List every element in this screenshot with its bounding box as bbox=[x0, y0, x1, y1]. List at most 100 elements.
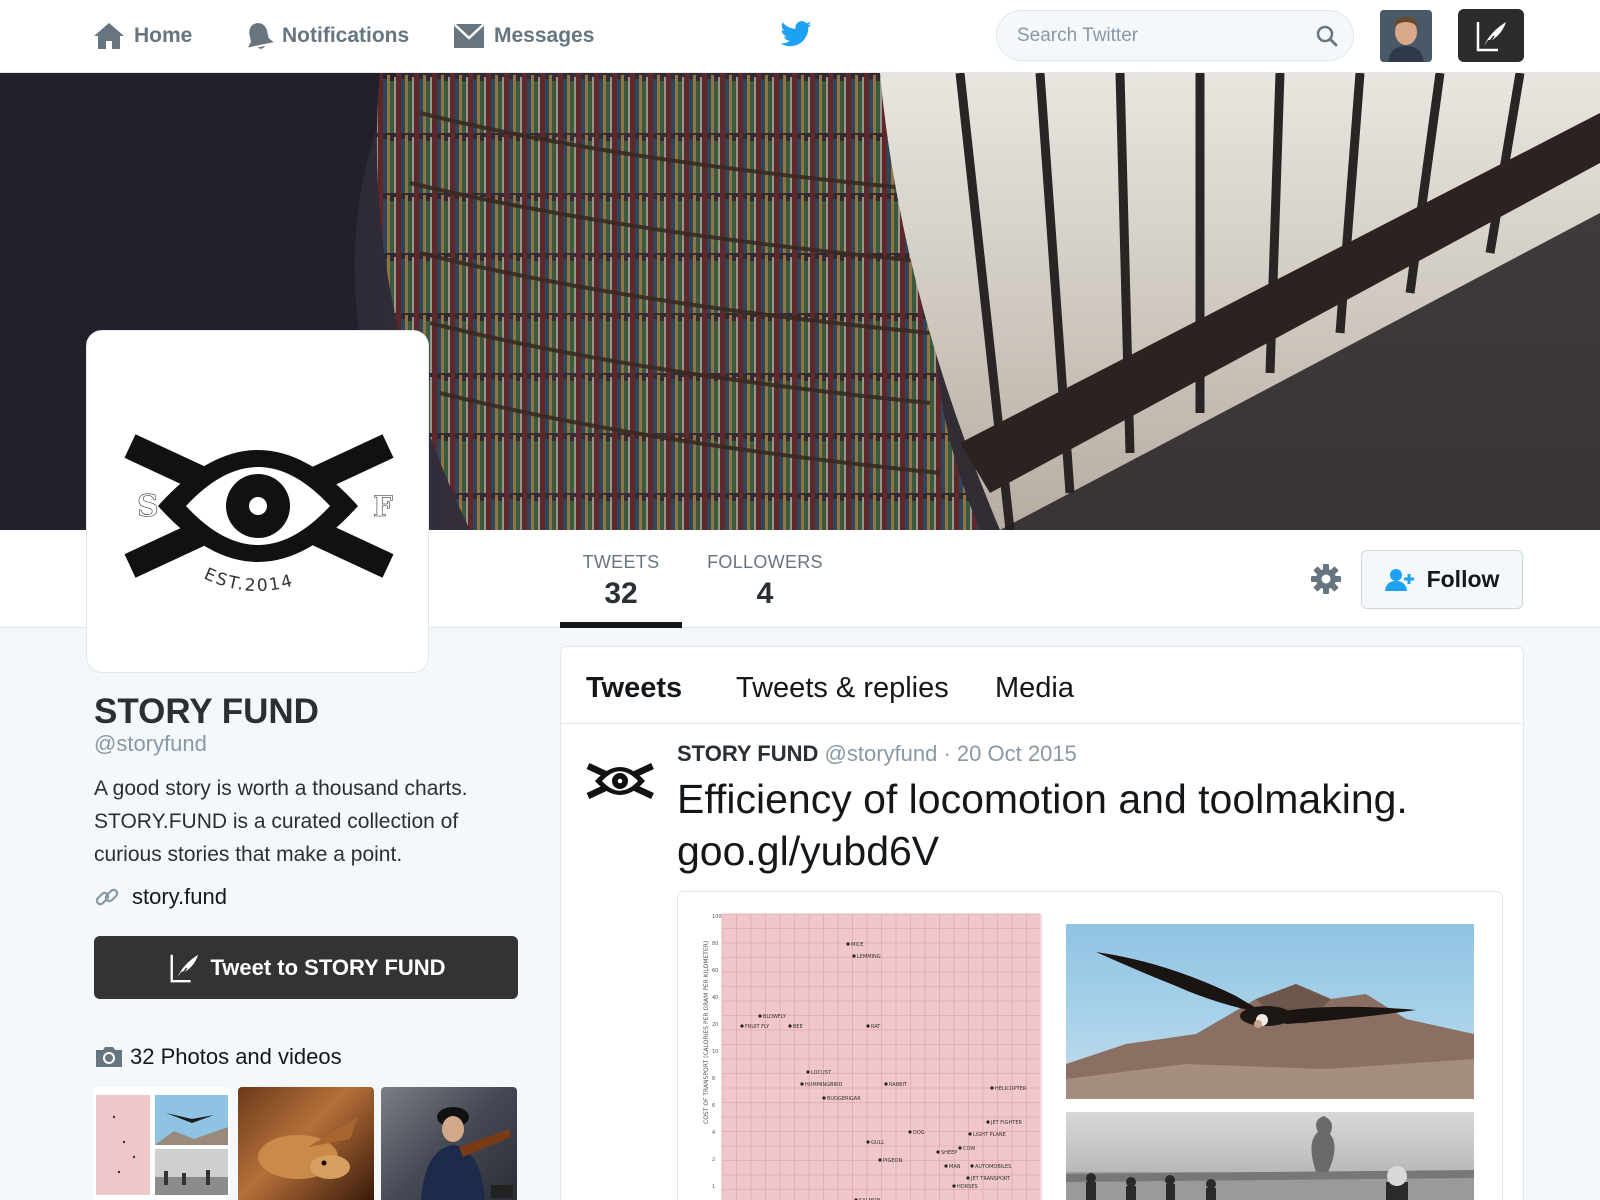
chart-point bbox=[740, 1024, 744, 1028]
tweet-text: Efficiency of locomotion and toolmaking.… bbox=[677, 773, 1497, 877]
nav-messages-label: Messages bbox=[494, 24, 595, 47]
search-icon[interactable] bbox=[1315, 24, 1339, 48]
chart-point-label: RABBIT bbox=[889, 1082, 908, 1088]
chart-y-axis-label: COST OF TRANSPORT (CALORIES PER GRAM PER… bbox=[703, 941, 710, 1124]
tweet-media[interactable]: COST OF TRANSPORT (CALORIES PER GRAM PER… bbox=[677, 891, 1503, 1200]
top-navigation: Home Notifications Messages Search Twitt… bbox=[0, 0, 1600, 73]
tweet-timestamp[interactable]: 20 Oct 2015 bbox=[957, 741, 1077, 766]
chart-point-label: DOG bbox=[913, 1130, 925, 1136]
bio-line: curious stories that make a point. bbox=[94, 843, 403, 866]
stat-tweets[interactable]: TWEETS 32 bbox=[560, 552, 682, 611]
nav-home[interactable]: Home bbox=[92, 18, 192, 54]
tweet-to-button[interactable]: Tweet to STORY FUND bbox=[94, 936, 518, 999]
chart-point bbox=[986, 1120, 990, 1124]
tweet-author-handle[interactable]: @storyfund bbox=[825, 741, 938, 766]
quill-icon bbox=[170, 954, 199, 982]
logo-letter-f: F bbox=[373, 490, 393, 523]
chart-point-label: LEMMING bbox=[857, 954, 881, 960]
tab-tweets-replies[interactable]: Tweets & replies bbox=[736, 672, 949, 705]
photos-videos-link[interactable]: 32 Photos and videos bbox=[94, 1044, 342, 1070]
tweet-to-label: Tweet to STORY FUND bbox=[210, 954, 446, 980]
chart-point bbox=[800, 1082, 804, 1086]
gear-icon[interactable] bbox=[1310, 563, 1342, 595]
historic-photo[interactable] bbox=[1066, 1112, 1474, 1200]
photos-videos-label: 32 Photos and videos bbox=[130, 1044, 342, 1069]
tweet-author-avatar[interactable] bbox=[585, 757, 655, 805]
condor-photo[interactable] bbox=[1066, 924, 1474, 1099]
bio-line: A good story is worth a thousand charts. bbox=[94, 777, 468, 800]
user-avatar[interactable] bbox=[1380, 10, 1432, 62]
chart-point-label: LIGHT PLANE bbox=[973, 1132, 1006, 1138]
chart-point bbox=[958, 1146, 962, 1150]
chart-y-tick: 100 bbox=[712, 914, 722, 920]
chart-point-label: HUMMINGBIRD bbox=[805, 1082, 843, 1088]
stat-followers[interactable]: FOLLOWERS 4 bbox=[700, 552, 830, 611]
envelope-icon bbox=[453, 23, 485, 48]
home-icon bbox=[94, 23, 124, 49]
twitter-bird-icon[interactable] bbox=[779, 20, 813, 50]
link-icon bbox=[95, 888, 119, 906]
chart-point-label: PIGEON bbox=[883, 1158, 902, 1164]
chart-y-tick: 8 bbox=[712, 1076, 715, 1082]
profile-website: story.fund bbox=[94, 884, 227, 910]
chart-y-tick: 20 bbox=[712, 1022, 718, 1028]
chart-point bbox=[878, 1158, 882, 1162]
nav-notifications-label: Notifications bbox=[282, 24, 410, 47]
chart-point-label: BLOWFLY bbox=[763, 1014, 787, 1020]
profile-bio: A good story is worth a thousand charts.… bbox=[94, 772, 534, 871]
chart-point bbox=[970, 1164, 974, 1168]
profile-name[interactable]: STORY FUND bbox=[94, 692, 319, 732]
chart-y-tick: 60 bbox=[712, 968, 718, 974]
search-placeholder: Search Twitter bbox=[1017, 25, 1139, 46]
chart-y-tick: 10 bbox=[712, 1049, 718, 1055]
chart-point-label: GULL bbox=[871, 1140, 884, 1146]
tweet-separator: · bbox=[943, 741, 951, 766]
tab-tweets[interactable]: Tweets bbox=[586, 672, 682, 705]
nav-messages[interactable]: Messages bbox=[452, 18, 594, 54]
chart-point-label: HELICOPTER bbox=[995, 1086, 1027, 1092]
chart-point-label: JET FIGHTER bbox=[990, 1120, 1022, 1126]
profile-avatar[interactable]: S F EST.2014 bbox=[86, 330, 429, 673]
follow-button[interactable]: Follow bbox=[1361, 550, 1523, 609]
search-input[interactable]: Search Twitter bbox=[996, 10, 1354, 61]
tweet-author-name[interactable]: STORY FUND bbox=[677, 741, 818, 766]
profile-handle[interactable]: @storyfund bbox=[94, 731, 207, 757]
media-thumbnail[interactable] bbox=[238, 1087, 374, 1200]
chart-point bbox=[788, 1024, 792, 1028]
chart-point bbox=[852, 954, 856, 958]
chart-point bbox=[846, 942, 850, 946]
chart-point bbox=[944, 1164, 948, 1168]
chart-point bbox=[936, 1150, 940, 1154]
tweet-link[interactable]: goo.gl/yubd6V bbox=[677, 825, 1497, 877]
tab-media[interactable]: Media bbox=[995, 672, 1074, 705]
chart-point bbox=[866, 1140, 870, 1144]
media-thumbnail[interactable] bbox=[381, 1087, 517, 1200]
chart-point-label: COW bbox=[963, 1146, 975, 1152]
stat-followers-count: 4 bbox=[756, 577, 774, 610]
chart-point-label: FRUIT FLY bbox=[745, 1024, 770, 1030]
chart-point bbox=[908, 1130, 912, 1134]
tweet-text-line: Efficiency of locomotion and toolmaking. bbox=[677, 776, 1408, 822]
quill-icon bbox=[1476, 21, 1506, 51]
chart-point bbox=[806, 1070, 810, 1074]
chart-y-tick: 80 bbox=[712, 941, 718, 947]
timeline-tabs: Tweets Tweets & replies Media bbox=[561, 647, 1523, 724]
chart-point-label: LOCUST bbox=[811, 1070, 832, 1076]
compose-tweet-button[interactable] bbox=[1458, 9, 1524, 62]
chart-point bbox=[966, 1176, 970, 1180]
timeline-panel: Tweets Tweets & replies Media STORY FUND… bbox=[560, 646, 1524, 1200]
website-link[interactable]: story.fund bbox=[132, 884, 227, 910]
locomotion-chart-image[interactable]: COST OF TRANSPORT (CALORIES PER GRAM PER… bbox=[698, 904, 1048, 1200]
chart-point-label: BUDGERIGAR bbox=[827, 1096, 861, 1102]
chart-point bbox=[884, 1082, 888, 1086]
nav-notifications[interactable]: Notifications bbox=[244, 18, 409, 54]
chart-y-tick: 4 bbox=[712, 1130, 715, 1136]
chart-point bbox=[968, 1132, 972, 1136]
active-stat-indicator bbox=[560, 622, 682, 628]
bell-icon bbox=[248, 23, 274, 49]
logo-established: EST.2014 bbox=[201, 564, 294, 596]
nav-home-label: Home bbox=[134, 24, 193, 47]
media-thumbnail[interactable] bbox=[94, 1087, 230, 1200]
stat-tweets-count: 32 bbox=[604, 577, 638, 610]
bio-line: STORY.FUND is a curated collection of bbox=[94, 810, 459, 833]
